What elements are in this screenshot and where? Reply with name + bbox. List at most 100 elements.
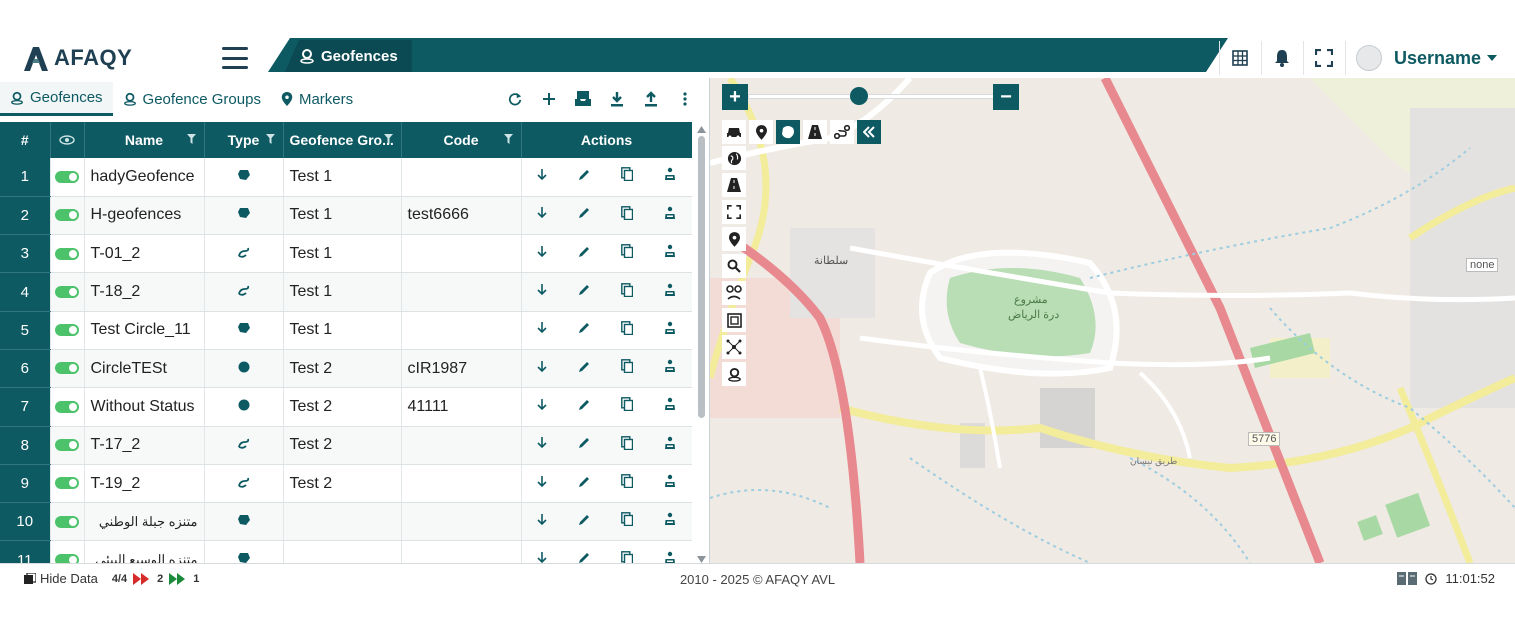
geofences-layer-button[interactable] [776,120,800,144]
toggle-switch[interactable] [55,247,79,260]
move-down-button[interactable] [537,168,547,186]
collapse-toolbar-button[interactable] [857,120,881,144]
edit-button[interactable] [578,283,590,301]
toggle-switch[interactable] [55,170,79,183]
notifications-button[interactable] [1260,41,1303,75]
tab-markers[interactable]: Markers [271,82,363,116]
user-menu[interactable]: Username [1344,41,1501,75]
zoom-in-button[interactable]: + [722,84,748,110]
status-toggle[interactable] [50,426,85,465]
scroll-down-icon[interactable] [697,556,706,563]
edit-button[interactable] [578,168,590,186]
vehicles-layer-button[interactable] [722,120,746,144]
toggle-switch[interactable] [55,362,79,375]
tab-geofences[interactable]: Geofences [0,82,113,116]
table-row[interactable]: 2 H-geofences Test 1 test6666 [0,196,692,236]
status-toggle[interactable] [50,540,85,563]
copy-button[interactable] [621,435,634,455]
edit-button[interactable] [578,245,590,263]
status-toggle[interactable] [50,196,85,236]
toggle-switch[interactable] [55,515,79,528]
routes-layer-button[interactable] [830,120,854,144]
edit-button[interactable] [578,360,590,378]
scrollbar-thumb[interactable] [698,136,705,418]
toggle-switch[interactable] [55,477,79,490]
directions-button[interactable] [722,281,746,305]
scroll-up-icon[interactable] [697,126,706,133]
refresh-button[interactable] [498,88,532,110]
table-row[interactable]: 9 T-19_2 Test 2 [0,464,692,504]
toggle-switch[interactable] [55,553,79,563]
header-group[interactable]: Geofence Gro... [283,122,402,158]
edit-button[interactable] [578,513,590,531]
edit-button[interactable] [578,398,590,416]
move-down-button[interactable] [537,398,547,416]
active-module-tab[interactable]: Geofences [285,40,412,72]
upload-button[interactable] [634,88,668,110]
username-dropdown[interactable]: Username [1394,48,1497,69]
table-row[interactable]: 6 CircleTESt Test 2 cIR1987 [0,349,692,389]
move-down-button[interactable] [537,475,547,493]
status-toggle[interactable] [50,311,85,350]
assign-units-button[interactable] [664,283,676,302]
filter-icon[interactable] [186,134,196,144]
copy-button[interactable] [621,550,634,563]
edit-button[interactable] [578,206,590,224]
edit-button[interactable] [578,551,590,563]
assign-units-button[interactable] [664,321,676,340]
move-down-button[interactable] [537,360,547,378]
filter-icon[interactable] [383,134,393,144]
geofence-tool-button[interactable] [722,362,746,386]
toggle-switch[interactable] [55,324,79,337]
status-toggle[interactable] [50,349,85,389]
inbox-button[interactable] [566,88,600,110]
header-visibility[interactable] [50,122,85,158]
move-down-button[interactable] [537,436,547,454]
header-type[interactable]: Type [204,122,284,158]
assign-units-button[interactable] [664,167,676,186]
menu-toggle-button[interactable] [222,47,248,69]
copy-button[interactable] [621,206,634,225]
status-toggle[interactable] [50,464,85,504]
move-down-button[interactable] [537,513,547,531]
assign-units-button[interactable] [664,551,676,563]
move-down-button[interactable] [537,283,547,301]
copy-button[interactable] [621,167,634,186]
map-search-button[interactable] [722,254,746,278]
move-down-button[interactable] [537,245,547,263]
zoom-out-button[interactable]: − [993,84,1019,110]
copy-button[interactable] [621,359,634,378]
status-toggle[interactable] [50,272,85,312]
table-row[interactable]: 8 T-17_2 Test 2 [0,426,692,465]
table-row[interactable]: 10 متنزه جبلة الوطني [0,502,692,542]
map-view[interactable]: سلطانة مشروع درة الرياض none 5776 طريق ن… [710,78,1515,563]
area-select-button[interactable] [722,308,746,332]
filter-icon[interactable] [265,134,275,144]
edit-button[interactable] [578,436,590,454]
toggle-switch[interactable] [55,285,79,298]
location-button[interactable] [722,227,746,251]
copy-button[interactable] [621,512,634,531]
globe-button[interactable] [722,146,746,170]
copy-button[interactable] [621,244,634,263]
logo[interactable]: AFAQY [22,44,132,72]
table-row[interactable]: 4 T-18_2 Test 1 [0,272,692,312]
copy-button[interactable] [621,282,634,302]
status-toggle[interactable] [50,234,85,274]
move-down-button[interactable] [537,551,547,563]
fit-bounds-button[interactable] [722,200,746,224]
assign-units-button[interactable] [664,397,676,416]
toggle-switch[interactable] [55,438,79,451]
table-row[interactable]: 5 Test Circle_11 Test 1 [0,311,692,350]
roads-layer-button[interactable] [803,120,827,144]
road-tool-button[interactable] [722,173,746,197]
table-scrollbar[interactable] [697,126,706,563]
assign-units-button[interactable] [664,244,676,263]
header-name[interactable]: Name [84,122,205,158]
markers-layer-button[interactable] [749,120,773,144]
download-button[interactable] [600,88,634,110]
copy-button[interactable] [621,320,634,340]
table-row[interactable]: 11 متنزه الوسيع البيئي [0,540,692,563]
assign-units-button[interactable] [664,359,676,378]
cluster-button[interactable] [722,335,746,359]
